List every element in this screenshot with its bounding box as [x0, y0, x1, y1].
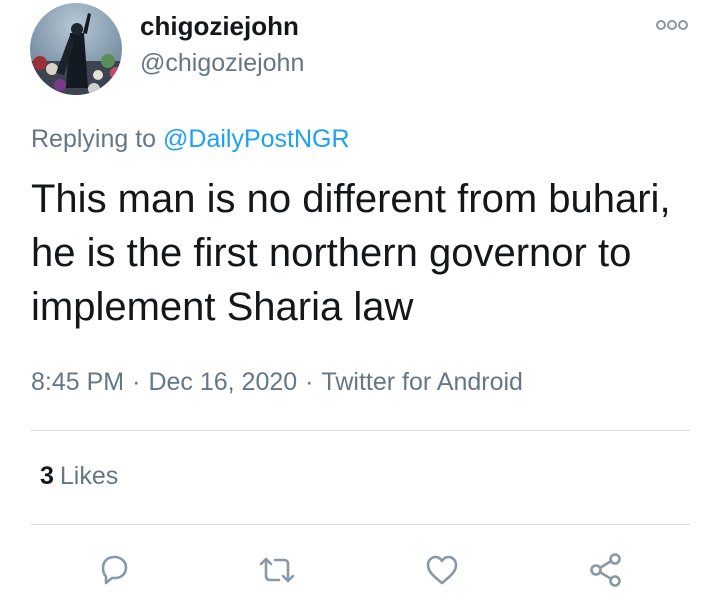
tweet-date: Dec 16, 2020 — [148, 368, 298, 396]
likes-count[interactable]: 3 Likes — [40, 460, 118, 492]
retweet-button[interactable] — [255, 548, 299, 592]
divider — [31, 524, 690, 525]
reply-icon — [101, 555, 128, 585]
action-bar — [0, 548, 720, 598]
tweet-time: 8:45 PM — [31, 368, 125, 396]
share-icon — [590, 553, 621, 587]
reply-button[interactable] — [92, 548, 136, 592]
more-options-icon[interactable] — [655, 16, 689, 34]
replying-to-label: Replying to — [31, 125, 164, 153]
replying-to: Replying to @DailyPostNGR — [31, 123, 350, 155]
likes-label: Likes — [59, 462, 119, 490]
profile-photo-icon — [30, 13, 122, 95]
like-icon — [426, 555, 458, 585]
like-button[interactable] — [420, 548, 464, 592]
avatar[interactable] — [30, 3, 122, 95]
tweet-text: This man is no different from buhari, he… — [31, 177, 671, 329]
meta-separator: · — [305, 368, 314, 396]
tweet-meta: 8:45 PM · Dec 16, 2020 · Twitter for Android — [31, 366, 523, 398]
meta-separator: · — [132, 368, 141, 396]
user-handle[interactable]: @chigoziejohn — [140, 47, 304, 79]
display-name[interactable]: chigoziejohn — [140, 10, 299, 42]
reply-mention-link[interactable]: @DailyPostNGR — [163, 125, 350, 153]
likes-number: 3 — [40, 462, 54, 490]
divider — [31, 430, 690, 431]
retweet-icon — [259, 557, 295, 583]
tweet-source[interactable]: Twitter for Android — [321, 368, 522, 396]
share-button[interactable] — [584, 548, 628, 592]
tweet-detail: chigoziejohn @chigoziejohn Replying to @… — [0, 0, 720, 615]
